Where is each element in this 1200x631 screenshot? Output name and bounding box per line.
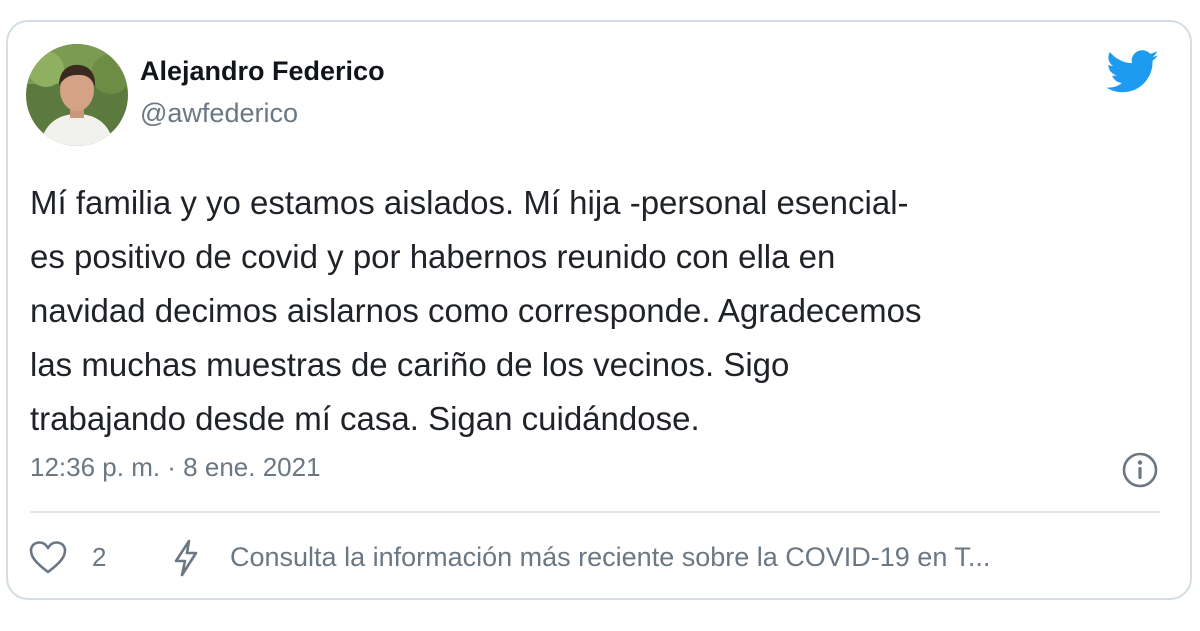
like-count: 2 [92,542,107,572]
tweet-text-line: Mí familia y yo estamos aislados. Mí hij… [30,184,909,221]
covid-info-link[interactable]: Consulta la información más reciente sob… [230,542,990,573]
twitter-bird-icon[interactable] [1106,50,1160,94]
tweet-timestamp[interactable]: 12:36 p. m. · 8 ene. 2021 [30,452,321,483]
tweet-text-line: trabajando desde mí casa. Sigan cuidándo… [30,400,700,437]
divider [30,511,1160,513]
tweet-text-line: navidad decimos aislarnos como correspon… [30,292,922,329]
author-name[interactable]: Alejandro Federico [140,56,385,87]
info-icon[interactable] [1120,450,1160,490]
tweet-text: Mí familia y yo estamos aislados. Mí hij… [30,176,1170,446]
bolt-icon [170,538,202,578]
author-handle[interactable]: @awfederico [140,98,298,129]
tweet-text-line: las muchas muestras de cariño de los vec… [30,346,790,383]
avatar[interactable] [26,44,128,146]
heart-icon[interactable] [28,540,68,576]
tweet-text-line: es positivo de covid y por habernos reun… [30,238,836,275]
